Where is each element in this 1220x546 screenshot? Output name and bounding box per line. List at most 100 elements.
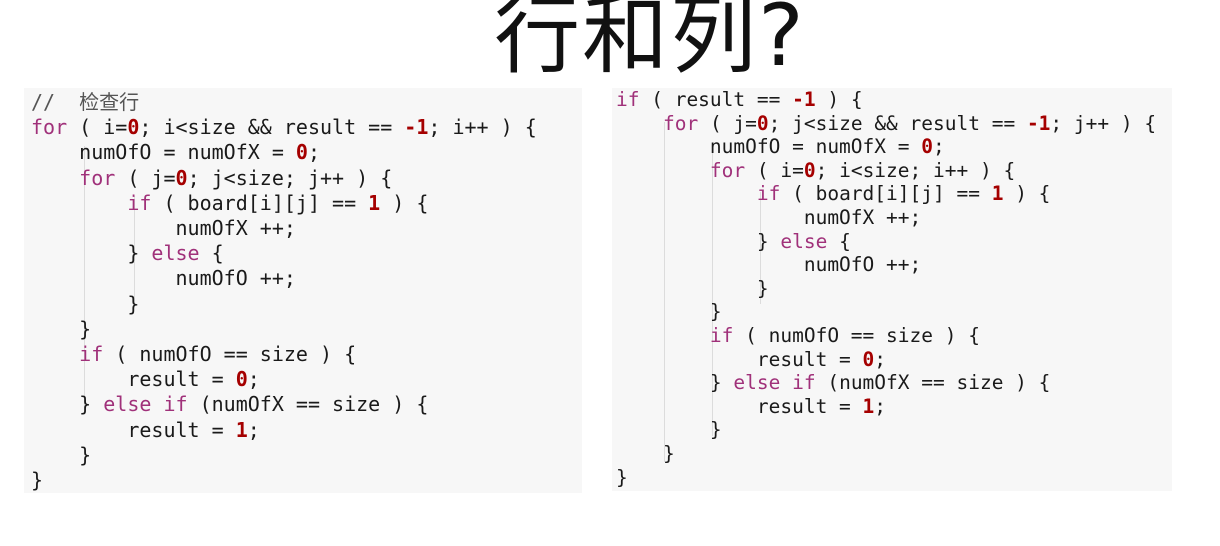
code-token: ;	[247, 367, 260, 392]
code-token: ;	[874, 347, 887, 371]
code-token: ;	[247, 417, 260, 442]
code-token: ; j<size; j++ ) {	[187, 165, 393, 190]
code-token: }	[616, 300, 722, 324]
code-line: } else if (numOfX == size ) {	[616, 371, 1156, 395]
code-token: 0	[127, 115, 140, 140]
code-line: }	[616, 466, 1156, 490]
code-token: ; i<size && result ==	[139, 115, 405, 140]
code-token: numOfO ++;	[31, 266, 296, 291]
code-token: (numOfX == size ) {	[815, 371, 1051, 395]
code-line: }	[616, 300, 1156, 324]
code-token: }	[616, 229, 781, 253]
code-token: // 检查行	[31, 90, 140, 114]
code-line: numOfO = numOfX = 0;	[31, 140, 537, 165]
code-line: if ( board[i][j] == 1 ) {	[31, 191, 537, 216]
code-token: numOfO ++;	[616, 253, 922, 277]
code-token: 0	[756, 111, 769, 135]
code-line: numOfO ++;	[31, 266, 537, 291]
code-line: numOfO = numOfX = 0;	[616, 135, 1156, 159]
code-line: }	[31, 443, 537, 468]
code-token: ( result ==	[639, 88, 793, 111]
code-token: -1	[404, 115, 429, 140]
slide-title: 行和列?	[494, 0, 806, 86]
code-line: }	[616, 418, 1156, 442]
code-token: if	[79, 342, 104, 367]
code-token: }	[616, 371, 734, 395]
code-token: for	[31, 115, 68, 140]
code-token: else	[780, 229, 828, 253]
code-line: if ( numOfO == size ) {	[31, 342, 537, 367]
code-token: for	[662, 111, 699, 135]
code-token: else if	[733, 371, 816, 395]
code-line: }	[616, 442, 1156, 466]
right-code-block: if ( result == -1 ) { for ( j=0; j<size …	[616, 88, 1156, 489]
code-token: 0	[862, 347, 875, 371]
code-token: ;	[307, 140, 320, 165]
code-token: ( j=	[698, 111, 757, 135]
code-line: } else {	[31, 241, 537, 266]
code-token: else if	[103, 392, 188, 417]
code-token: ( j=	[115, 165, 176, 190]
code-token: }	[31, 316, 92, 341]
code-token: ;	[933, 135, 945, 159]
code-token: 0	[235, 367, 248, 392]
code-token: ; j++ ) {	[1050, 111, 1157, 135]
code-token: (numOfX == size ) {	[187, 392, 429, 417]
code-token: }	[616, 441, 675, 465]
code-line: for ( j=0; j<size && result == -1; j++ )…	[616, 112, 1156, 136]
code-token: 0	[803, 158, 816, 182]
code-token: 1	[991, 182, 1004, 206]
code-line: numOfX ++;	[616, 206, 1156, 230]
code-token: ; i++ ) {	[428, 115, 537, 140]
code-token: ( board[i][j] ==	[151, 190, 369, 215]
code-token: ( numOfO == size ) {	[733, 323, 980, 347]
code-line: result = 0;	[31, 367, 537, 392]
code-line: numOfO ++;	[616, 253, 1156, 277]
code-line: }	[31, 292, 537, 317]
code-token: ( i=	[745, 158, 804, 182]
code-line: result = 1;	[616, 395, 1156, 419]
code-token: if	[616, 88, 640, 111]
code-token: }	[31, 291, 140, 316]
code-token: }	[31, 241, 152, 266]
code-line: } else {	[616, 230, 1156, 254]
code-token: ; i<size; i++ ) {	[815, 158, 1016, 182]
code-token: 1	[368, 190, 381, 215]
code-token: numOfX ++;	[616, 205, 922, 229]
code-line: } else if (numOfX == size ) {	[31, 392, 537, 417]
left-code-block: // 检查行 for ( i=0; i<size && result == -1;…	[31, 90, 537, 493]
code-token: ) {	[1003, 182, 1051, 206]
code-token: 0	[921, 135, 933, 159]
code-token: numOfO = numOfX =	[31, 140, 296, 165]
code-token: else	[151, 241, 200, 266]
code-token: }	[31, 468, 44, 493]
code-token: ( i=	[67, 115, 128, 140]
code-token: if	[756, 182, 781, 206]
code-token: -1	[792, 88, 816, 111]
code-token: 1	[235, 417, 248, 442]
code-token: result =	[616, 347, 863, 371]
code-token: ;	[874, 394, 887, 418]
code-token: result =	[31, 417, 236, 442]
code-token: }	[616, 276, 769, 300]
code-token: -1	[1026, 111, 1051, 135]
code-token: ) {	[815, 88, 863, 111]
left-code-panel: // 检查行 for ( i=0; i<size && result == -1;…	[24, 88, 582, 493]
code-token: }	[31, 392, 104, 417]
code-line: if ( result == -1 ) {	[616, 88, 1156, 112]
code-token: }	[616, 465, 628, 489]
code-token: for	[79, 165, 116, 190]
right-code-panel: if ( result == -1 ) { for ( j=0; j<size …	[612, 88, 1172, 491]
code-token: for	[709, 158, 746, 182]
code-line: if ( board[i][j] == 1 ) {	[616, 182, 1156, 206]
code-line: for ( i=0; i<size; i++ ) {	[616, 159, 1156, 183]
code-line: for ( j=0; j<size; j++ ) {	[31, 166, 537, 191]
code-token: ) {	[380, 190, 429, 215]
code-line: numOfX ++;	[31, 216, 537, 241]
code-line: if ( numOfO == size ) {	[616, 324, 1156, 348]
